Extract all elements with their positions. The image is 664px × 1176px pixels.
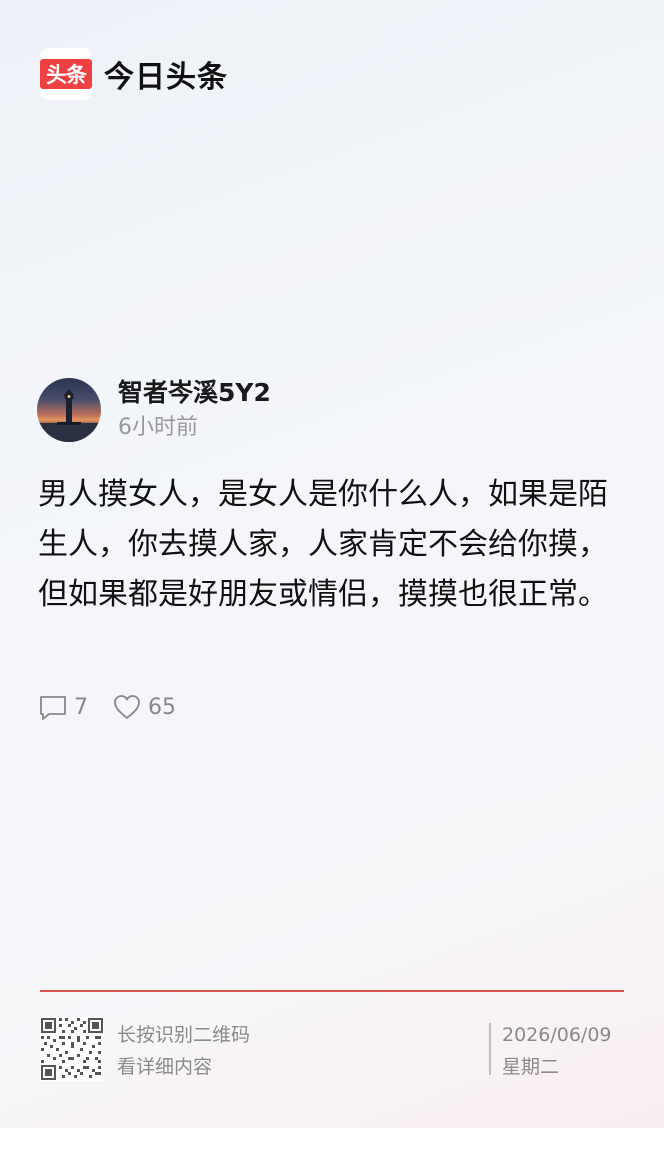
share-weekday: 星期二 [502,1056,560,1078]
author-name[interactable]: 智者岑溪5Y2 [118,377,271,409]
post-content: 男人摸女人，是女人是你什么人，如果是陌生人，你去摸人家，人家肯定不会给你摸，但如… [38,477,608,612]
comment-stat[interactable]: 7 [38,692,88,722]
share-footer: 长按识别二维码 看详细内容 2026/06/09 星期二 [40,1017,624,1081]
post-time: 6小时前 [118,415,198,440]
comment-icon [40,696,66,720]
author-row[interactable]: 智者岑溪5Y2 6小时前 [37,377,271,443]
qr-hint: 长按识别二维码 看详细内容 [117,1019,250,1083]
avatar[interactable] [37,378,101,442]
share-card: 头条 今日头条 智者岑溪5Y2 6小时前 男人摸女人，是女人是你什么人，如果是陌… [0,0,664,1128]
lighthouse-icon [37,389,101,442]
comment-count: 7 [74,694,88,720]
post-stats: 7 65 [38,692,176,722]
brand-logo-text: 头条 [40,59,92,89]
qr-hint-line2: 看详细内容 [117,1056,213,1078]
footer-separator [489,1023,491,1075]
like-stat[interactable]: 65 [112,692,176,722]
brand-name: 今日头条 [104,60,228,95]
brand-header: 头条 今日头条 [40,48,228,100]
heart-icon [114,695,140,719]
share-date: 2026/06/09 [502,1024,612,1046]
like-count: 65 [148,694,176,720]
qr-hint-line1: 长按识别二维码 [117,1024,251,1046]
qr-code-icon[interactable] [40,1017,104,1081]
author-meta: 智者岑溪5Y2 6小时前 [118,377,271,443]
footer-divider [40,990,624,992]
date-block: 2026/06/09 星期二 [502,1019,612,1083]
toutiao-logo-icon: 头条 [40,48,92,100]
